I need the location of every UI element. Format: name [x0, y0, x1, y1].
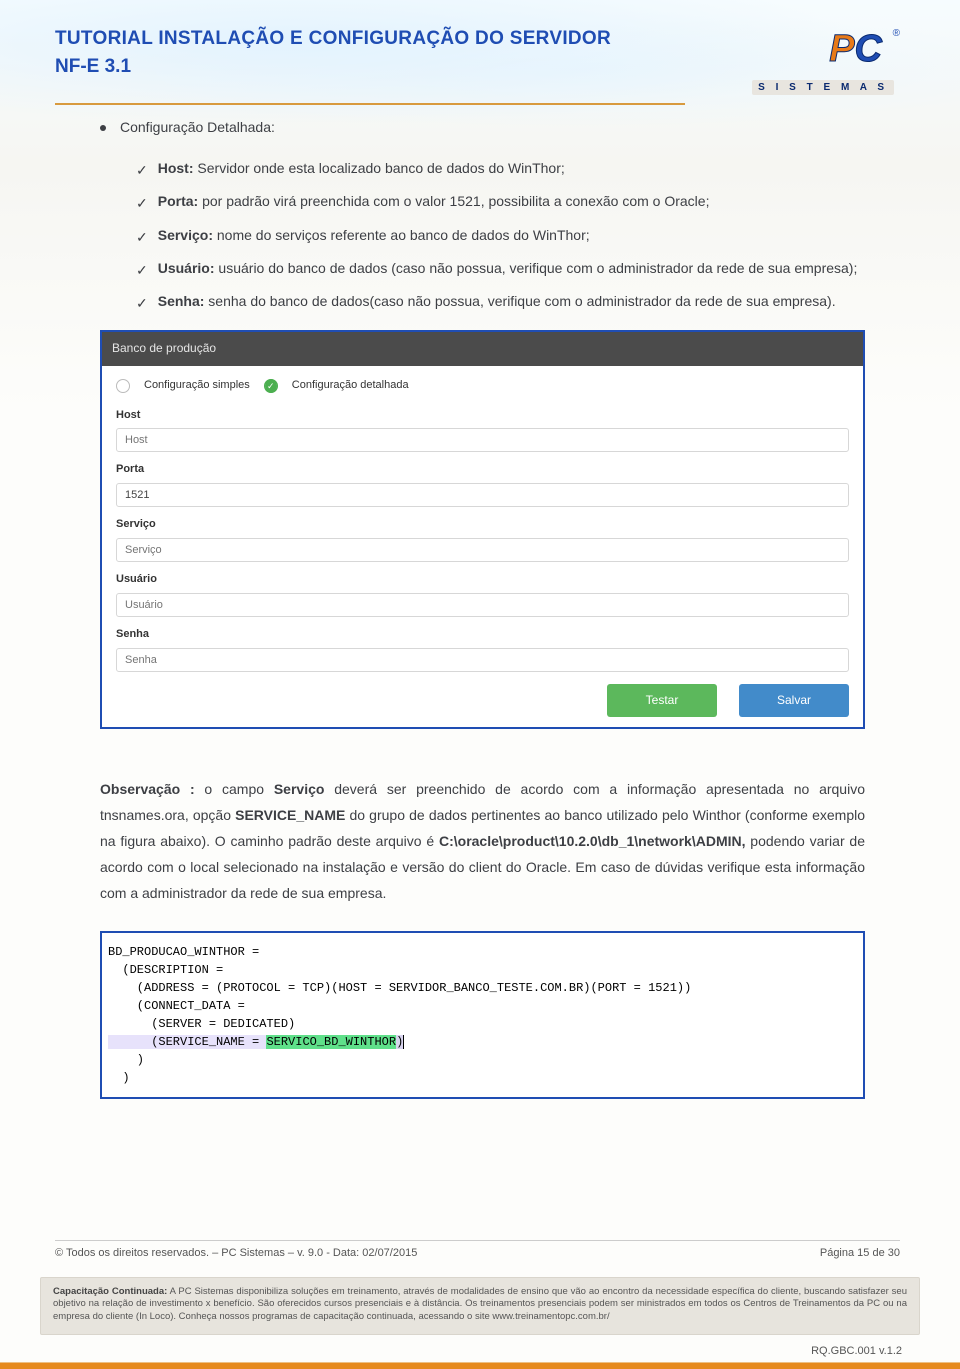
- test-button[interactable]: Testar: [607, 684, 717, 718]
- page-title: TUTORIAL INSTALAÇÃO E CONFIGURAÇÃO DO SE…: [55, 28, 611, 78]
- usuario-input[interactable]: [116, 593, 849, 617]
- db-config-form-screenshot: Banco de produção Configuração simples C…: [100, 330, 865, 729]
- save-button[interactable]: Salvar: [739, 684, 849, 718]
- usuario-label: Usuário: [116, 570, 849, 590]
- porta-input[interactable]: [116, 483, 849, 507]
- form-code: RQ.GBC.001 v.1.2: [811, 1345, 902, 1357]
- title-line1: TUTORIAL INSTALAÇÃO E CONFIGURAÇÃO DO SE…: [55, 28, 611, 50]
- radio-simple[interactable]: [116, 379, 130, 393]
- bullet-icon: [100, 125, 106, 131]
- check-icon: ✓: [136, 291, 148, 316]
- check-icon: ✓: [136, 191, 148, 216]
- servico-label: Serviço: [116, 515, 849, 535]
- radio-detailed-label: Configuração detalhada: [292, 376, 409, 396]
- senha-label: Senha: [116, 625, 849, 645]
- training-footer-box: Capacitação Continuada: A PC Sistemas di…: [40, 1277, 920, 1335]
- section-heading: Configuração Detalhada:: [120, 115, 275, 140]
- check-icon: ✓: [136, 225, 148, 250]
- title-line2: NF-E 3.1: [55, 56, 611, 78]
- definition-list: ✓Host: Servidor onde esta localizado ban…: [136, 156, 865, 316]
- footer-copyright: © Todos os direitos reservados. – PC Sis…: [55, 1247, 417, 1259]
- check-icon: ✓: [136, 158, 148, 183]
- footer-page-number: Página 15 de 30: [820, 1247, 900, 1259]
- senha-input[interactable]: [116, 648, 849, 672]
- footer: © Todos os direitos reservados. – PC Sis…: [55, 1240, 900, 1259]
- radio-detailed[interactable]: [264, 379, 278, 393]
- form-panel-title: Banco de produção: [102, 332, 863, 366]
- radio-simple-label: Configuração simples: [144, 376, 250, 396]
- logo-subtitle: S I S T E M A S: [752, 80, 894, 95]
- host-label: Host: [116, 406, 849, 426]
- observation-paragraph: Observação : o campo Serviço deverá ser …: [100, 777, 865, 906]
- servico-input[interactable]: [116, 538, 849, 562]
- porta-label: Porta: [116, 460, 849, 480]
- footer-strip: [0, 1363, 960, 1369]
- pc-sistemas-logo: ® PC S I S T E M A S: [750, 28, 900, 103]
- registered-icon: ®: [893, 28, 900, 39]
- check-icon: ✓: [136, 258, 148, 283]
- host-input[interactable]: [116, 428, 849, 452]
- tnsnames-code-screenshot: BD_PRODUCAO_WINTHOR = (DESCRIPTION = (AD…: [100, 931, 865, 1099]
